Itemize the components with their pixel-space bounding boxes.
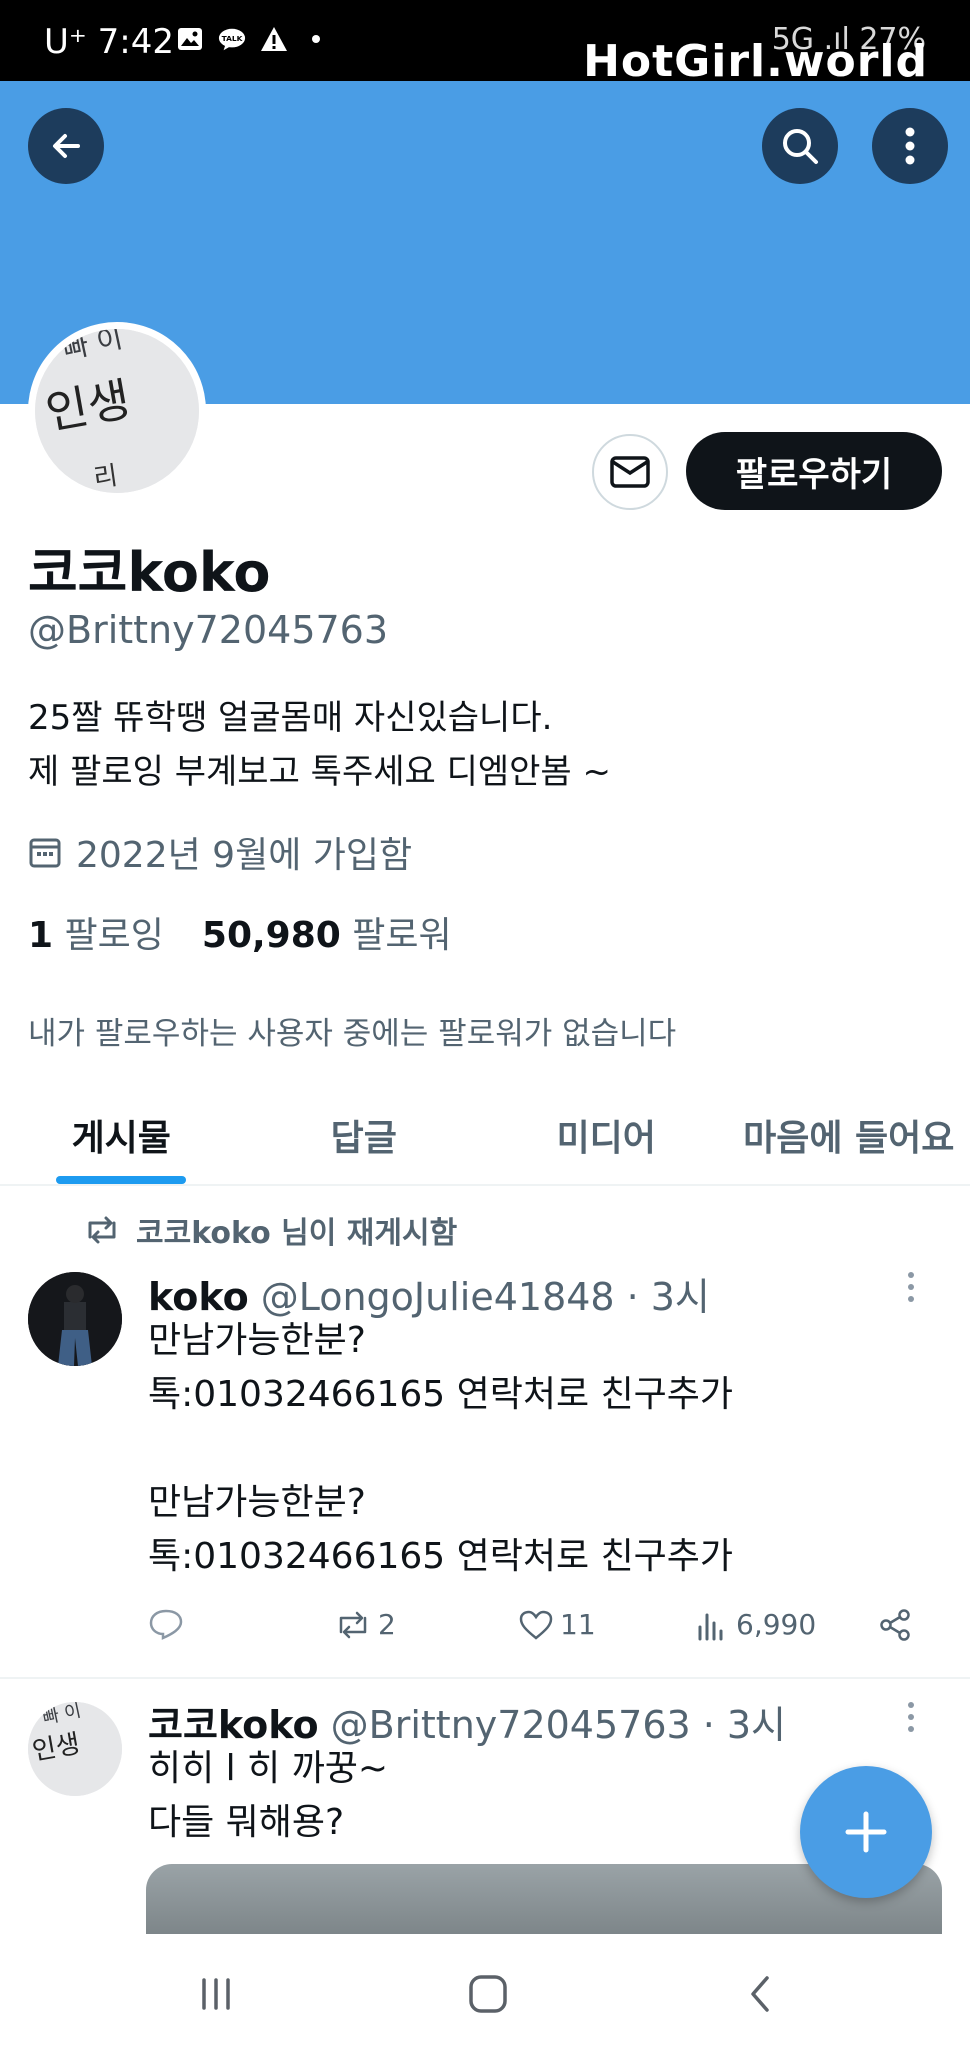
share-icon [880, 1609, 910, 1641]
active-tab-indicator [56, 1176, 187, 1184]
post-actions: 2 11 6,990 [148, 1608, 938, 1658]
post-text: 만남가능한분? 톡:01032466165 연락처로 친구추가 만남가능한분? … [148, 1320, 734, 1577]
search-button[interactable] [762, 108, 838, 184]
system-nav-bar [0, 1934, 970, 2048]
profile-avatar[interactable]: 빠 이 인생 리 [28, 322, 206, 500]
back-button[interactable] [28, 108, 104, 184]
status-time: U⁺ 7:42 [44, 22, 174, 62]
image-icon [176, 26, 204, 52]
post-author-avatar[interactable] [28, 1272, 122, 1366]
reply-button[interactable] [148, 1608, 184, 1640]
talk-icon: TALK [218, 26, 246, 52]
tab-media[interactable]: 미디어 [485, 1086, 728, 1184]
post-time: · 3시 [626, 1275, 710, 1319]
share-button[interactable] [878, 1608, 912, 1642]
svg-text:리: 리 [92, 461, 120, 493]
chevron-left-icon [751, 1976, 769, 2012]
profile-tabs: 게시물 답글 미디어 마음에 들어요 [0, 1086, 970, 1186]
like-count: 11 [560, 1608, 596, 1641]
search-icon [783, 129, 818, 164]
repost-button[interactable]: 2 [334, 1608, 396, 1641]
tab-replies[interactable]: 답글 [243, 1086, 486, 1184]
post-more-button[interactable] [906, 1700, 916, 1742]
reply-icon [149, 1609, 183, 1640]
joined-date: 2022년 9월에 가입함 [28, 826, 412, 878]
more-vertical-icon [908, 1272, 914, 1302]
bio-line-1: 25짤 뜌학땡 얼굴몸매 자신있습니다. [28, 698, 553, 738]
views-button[interactable]: 6,990 [696, 1608, 816, 1641]
recent-apps-button[interactable] [186, 1964, 246, 2024]
back-nav-button[interactable] [730, 1964, 790, 2024]
post-author-handle[interactable]: @LongoJulie41848 [261, 1275, 615, 1319]
user-handle: @Brittny72045763 [28, 608, 389, 652]
post-more-button[interactable] [906, 1270, 916, 1312]
avatar-image: 빠 이 인생 [28, 1702, 122, 1796]
arrow-left-icon [53, 134, 80, 158]
repost-indicator: 코코koko 님이 재게시함 [84, 1208, 457, 1252]
repost-label: 코코koko 님이 재게시함 [136, 1216, 458, 1251]
watermark: HotGirl.world [583, 36, 928, 87]
repost-icon [339, 1611, 367, 1638]
tab-likes[interactable]: 마음에 들어요 [728, 1086, 970, 1184]
followers-link[interactable]: 50,980 팔로워 [202, 906, 452, 958]
following-link[interactable]: 1 팔로잉 [28, 906, 164, 958]
message-button[interactable] [592, 434, 668, 510]
bio-line-2: 제 팔로잉 부계보고 톡주세요 디엠안봄 ~ [28, 752, 612, 792]
post-author-handle[interactable]: @Brittny72045763 [331, 1703, 691, 1747]
joined-text: 2022년 9월에 가입함 [76, 835, 413, 876]
post-author-avatar[interactable]: 빠 이 인생 [28, 1702, 122, 1796]
post-text: 히히 l 히 까꿍~ 다들 뭐해용? [148, 1748, 389, 1843]
avatar-image: 빠 이 인생 리 [35, 329, 199, 493]
more-vertical-icon [908, 1702, 914, 1732]
no-mutual-followers-note: 내가 팔로우하는 사용자 중에는 팔로워가 없습니다 [28, 1016, 677, 1052]
heart-icon [519, 1610, 553, 1640]
plus-icon [845, 1811, 887, 1853]
follow-counts: 1 팔로잉 50,980 팔로워 [28, 906, 452, 958]
more-options-button[interactable] [872, 108, 948, 184]
repost-count: 2 [378, 1608, 396, 1641]
svg-text:TALK: TALK [222, 34, 243, 43]
recent-apps-icon [202, 1978, 230, 2010]
more-vertical-icon [905, 127, 915, 165]
calendar-icon [29, 838, 61, 868]
envelope-icon [610, 456, 650, 488]
post-divider [0, 1677, 970, 1679]
home-icon [469, 1975, 507, 2013]
post-time: · 3시 [702, 1703, 786, 1747]
tab-posts[interactable]: 게시물 [0, 1086, 243, 1184]
warning-icon [260, 26, 288, 52]
home-button[interactable] [458, 1964, 518, 2024]
follow-button[interactable]: 팔로우하기 [686, 432, 942, 510]
avatar-image [28, 1272, 122, 1366]
dot-icon [302, 26, 330, 52]
like-button[interactable]: 11 [518, 1608, 596, 1641]
post-header: 코코koko @Brittny72045763 · 3시 [148, 1694, 786, 1749]
post-author-name[interactable]: koko [148, 1275, 249, 1319]
post-header: koko @LongoJulie41848 · 3시 [148, 1266, 710, 1321]
status-icons: TALK [176, 26, 330, 52]
compose-post-button[interactable] [800, 1766, 932, 1898]
repost-icon [88, 1216, 116, 1244]
post-author-name[interactable]: 코코koko [148, 1694, 319, 1749]
view-count: 6,990 [736, 1608, 817, 1641]
analytics-icon [698, 1613, 723, 1640]
display-name: 코코koko [28, 541, 271, 604]
